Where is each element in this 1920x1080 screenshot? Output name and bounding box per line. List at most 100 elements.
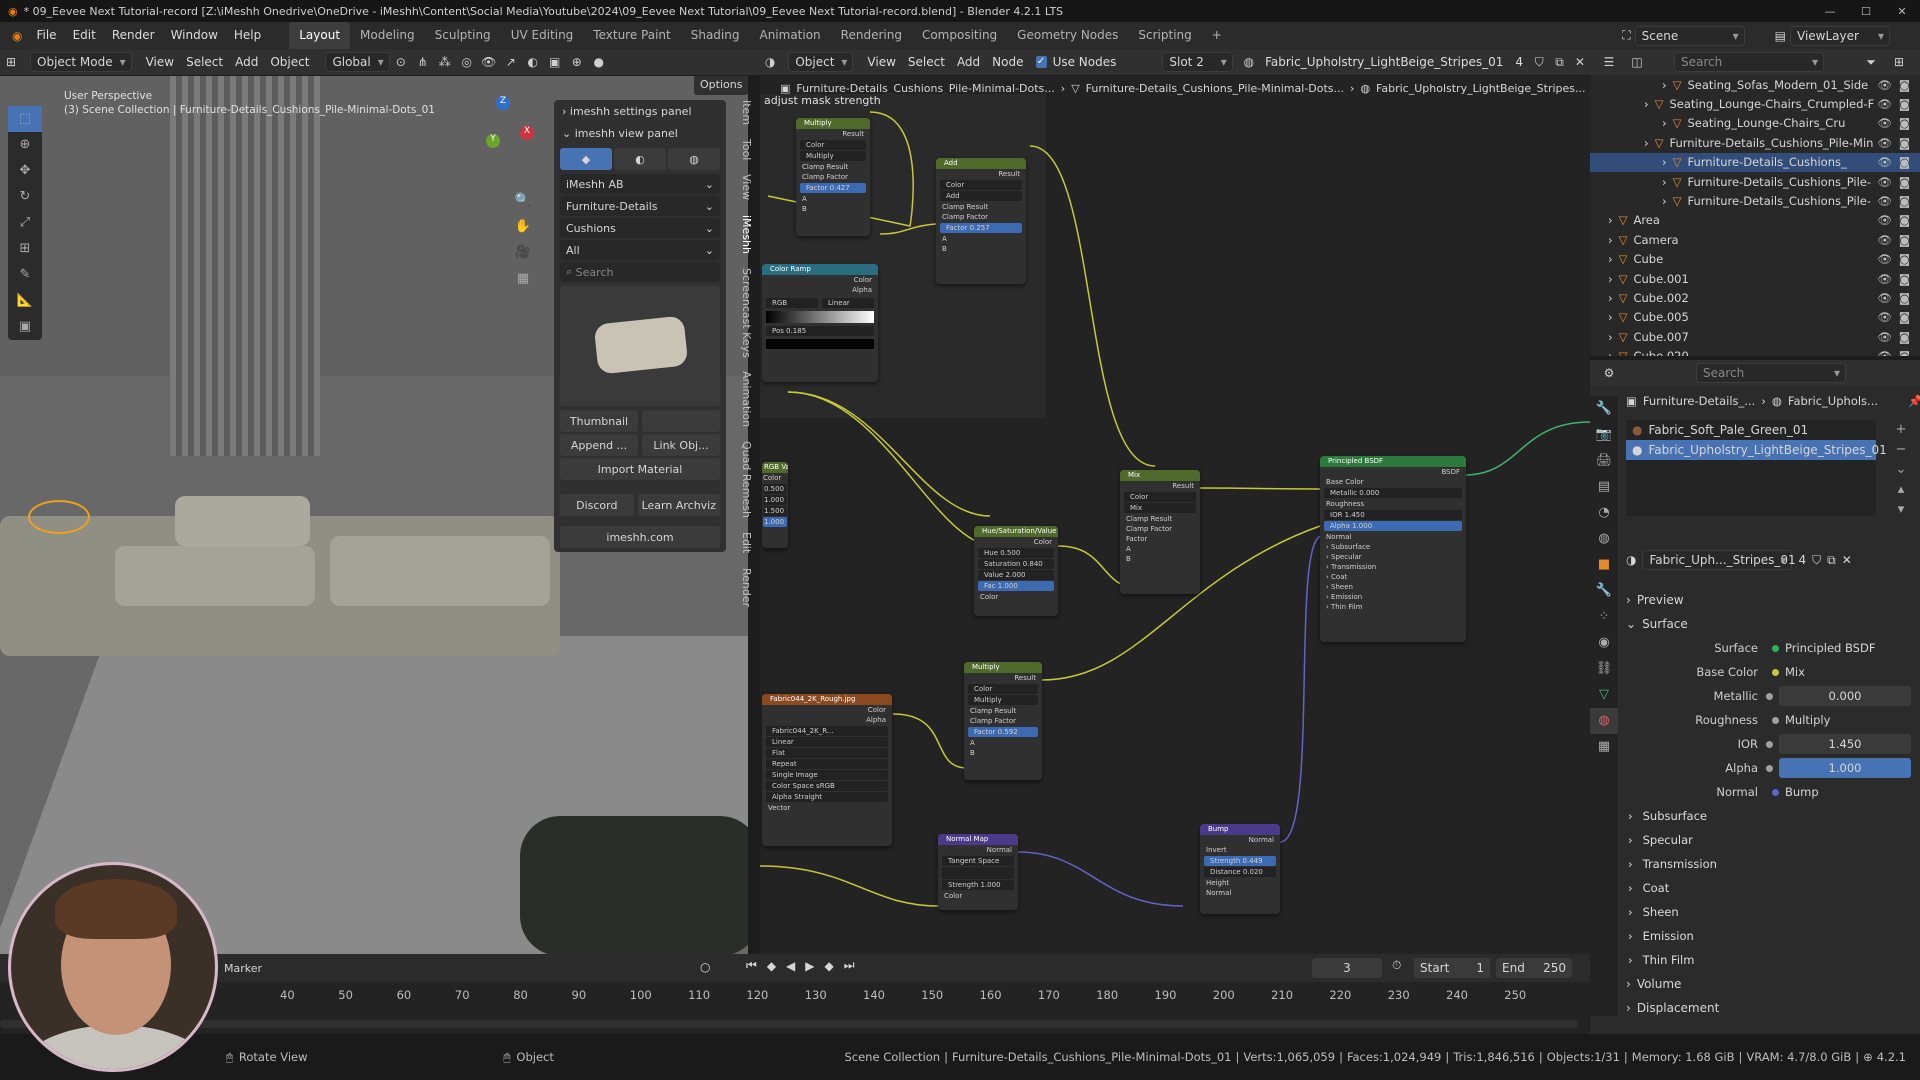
- menu-render[interactable]: Render: [104, 22, 163, 49]
- subpanel-header[interactable]: › Specular: [1590, 828, 1920, 852]
- factor-field[interactable]: Factor 0.257: [940, 223, 1022, 233]
- outliner-row[interactable]: › ▽ Seating_Lounge-Chairs_Crumpled-F 👁 ◙: [1590, 94, 1920, 113]
- ior-field[interactable]: IOR 1.450: [1324, 510, 1462, 520]
- render-camera-icon[interactable]: ◙: [1899, 97, 1910, 111]
- fake-user-shield-icon[interactable]: ⛉: [1529, 52, 1549, 72]
- subpanel-header[interactable]: › Emission: [1590, 924, 1920, 948]
- interpolation-dropdown[interactable]: Linear: [766, 737, 888, 747]
- factor-field[interactable]: Factor 0.427: [800, 183, 866, 193]
- color-ramp-gradient[interactable]: [766, 311, 874, 323]
- timeline[interactable]: Marker ○ ⏮ ◆ ◀ ▶ ◆ ⏭ 3 ⏱ Start 1 End 250 4…: [0, 954, 1590, 1034]
- space-dropdown[interactable]: Tangent Space: [942, 856, 1014, 866]
- workspace-tab-scripting[interactable]: Scripting: [1128, 22, 1201, 49]
- imeshh-settings-header[interactable]: › imeshh settings panel: [554, 100, 726, 122]
- visibility-eye-icon[interactable]: 👁: [1877, 78, 1892, 92]
- disclosure-chevron-icon[interactable]: ›: [1608, 252, 1613, 266]
- data-type-dropdown[interactable]: Color: [940, 180, 1022, 190]
- sidebar-tab-tool[interactable]: Tool: [740, 139, 753, 160]
- imeshh-category-dropdown[interactable]: Furniture-Details ⌄: [560, 196, 720, 216]
- principled-bsdf-node[interactable]: Principled BSDF BSDF Base Color Metallic…: [1320, 456, 1466, 642]
- shading-solid-icon[interactable]: ●: [588, 52, 610, 72]
- blender-menu-icon[interactable]: ◉: [6, 29, 28, 43]
- timeline-scrollbar[interactable]: [0, 1020, 1578, 1028]
- viewport-menu-add[interactable]: Add: [229, 52, 264, 72]
- link-object-button[interactable]: Link Obj...: [642, 434, 720, 456]
- hue-field[interactable]: Hue 0.500: [978, 548, 1054, 558]
- preview-panel-header[interactable]: › Preview: [1626, 588, 1920, 612]
- minimize-button[interactable]: —: [1812, 5, 1848, 18]
- gizmo-z-axis[interactable]: Z: [496, 96, 510, 110]
- maximize-button[interactable]: ☐: [1848, 5, 1884, 18]
- snap-icon[interactable]: ⋔: [412, 52, 434, 72]
- prev-keyframe-icon[interactable]: ◆: [767, 959, 776, 973]
- pin-icon[interactable]: 📌: [1908, 394, 1920, 408]
- properties-search-input[interactable]: Search: [1696, 363, 1846, 383]
- socket-dot-icon[interactable]: [1766, 692, 1773, 700]
- imeshh-view-header[interactable]: ⌄ imeshh view panel: [554, 122, 726, 144]
- outliner-row[interactable]: › ▽ Furniture-Details_Cushions_ 👁 ◙: [1590, 152, 1920, 172]
- image-file-field[interactable]: Fabric044_2K_R...: [766, 726, 888, 736]
- measure-tool-icon[interactable]: 📐: [8, 288, 42, 314]
- bsdf-subpanel-toggle[interactable]: › Specular: [1320, 552, 1466, 562]
- disclosure-chevron-icon[interactable]: ›: [1662, 155, 1667, 169]
- value-field[interactable]: 1.500: [763, 506, 787, 516]
- disclosure-chevron-icon[interactable]: ›: [1608, 291, 1613, 305]
- menu-window[interactable]: Window: [163, 22, 226, 49]
- render-camera-icon[interactable]: ◙: [1899, 116, 1910, 130]
- normal-map-node[interactable]: Normal Map Normal Tangent Space Strength…: [938, 834, 1018, 910]
- alpha-field[interactable]: Alpha 1.000: [1324, 521, 1462, 531]
- render-tab-icon[interactable]: 📷: [1590, 422, 1618, 448]
- strength-field[interactable]: Strength 0.449: [1204, 856, 1276, 866]
- marker-menu[interactable]: Marker: [224, 962, 262, 975]
- menu-help[interactable]: Help: [226, 22, 269, 49]
- subpanel-header[interactable]: › Transmission: [1590, 852, 1920, 876]
- outliner-row[interactable]: › ▽ Cube.002 👁 ◙: [1590, 288, 1920, 307]
- world-tab-icon[interactable]: ◍: [1590, 526, 1618, 552]
- workspace-tab-shading[interactable]: Shading: [681, 22, 750, 49]
- source-dropdown[interactable]: Single Image: [766, 770, 888, 780]
- outliner-row[interactable]: › ▽ Cube.020 👁 ◙: [1590, 346, 1920, 356]
- render-camera-icon[interactable]: ◙: [1899, 194, 1910, 208]
- outliner-row[interactable]: › ▽ Area 👁 ◙: [1590, 211, 1920, 230]
- imeshh-search-input[interactable]: ⌕ Search: [560, 262, 720, 282]
- visibility-eye-icon[interactable]: 👁: [1877, 330, 1892, 344]
- subpanel-header[interactable]: › Sheen: [1590, 900, 1920, 924]
- disclosure-chevron-icon[interactable]: ›: [1608, 213, 1613, 227]
- add-slot-icon[interactable]: +: [1892, 420, 1910, 440]
- bsdf-subpanel-toggle[interactable]: › Transmission: [1320, 562, 1466, 572]
- sidebar-tab-view[interactable]: View: [740, 174, 753, 200]
- annotate-tool-icon[interactable]: ✎: [8, 262, 42, 288]
- blend-mode-dropdown[interactable]: Mix: [1124, 503, 1196, 513]
- select-tool-icon[interactable]: ⬚: [8, 106, 42, 132]
- value-field[interactable]: 0.500: [763, 484, 787, 494]
- outliner-row[interactable]: › ▽ Furniture-Details_Cushions_Pile- 👁 ◙: [1590, 172, 1920, 191]
- shader-type-selector[interactable]: Object: [788, 52, 854, 72]
- socket-dot-icon[interactable]: [1772, 668, 1779, 676]
- clamp-result-checkbox[interactable]: Clamp Result: [964, 706, 1042, 716]
- outliner-row[interactable]: › ▽ Furniture-Details_Cushions_Pile- 👁 ◙: [1590, 191, 1920, 210]
- visibility-eye-icon[interactable]: 👁: [1877, 155, 1892, 169]
- multiply-node[interactable]: Multiply Result Color Multiply Clamp Res…: [796, 118, 870, 236]
- editor-type-icon[interactable]: ☰: [1598, 52, 1620, 72]
- fac-field[interactable]: Fac 1.000: [978, 581, 1054, 591]
- render-camera-icon[interactable]: ◙: [1899, 330, 1910, 344]
- disclosure-chevron-icon[interactable]: ›: [1644, 97, 1649, 111]
- visibility-eye-icon[interactable]: 👁: [1877, 213, 1892, 227]
- render-camera-icon[interactable]: ◙: [1899, 310, 1910, 324]
- view-layer-tab-icon[interactable]: ▤: [1590, 474, 1618, 500]
- clamp-factor-checkbox[interactable]: Clamp Factor: [1120, 524, 1200, 534]
- clamp-factor-checkbox[interactable]: Clamp Factor: [964, 716, 1042, 726]
- blend-mode-dropdown[interactable]: Multiply: [800, 151, 866, 161]
- value-field[interactable]: 1.000: [763, 495, 787, 505]
- value-field[interactable]: 1.000: [763, 517, 787, 527]
- property-value-field[interactable]: 1.450: [1779, 734, 1911, 754]
- workspace-tab-sculpting[interactable]: Sculpting: [425, 22, 501, 49]
- imeshh-filter-dropdown[interactable]: All ⌄: [560, 240, 720, 260]
- interpolation-dropdown[interactable]: Linear: [822, 298, 874, 308]
- fake-user-shield-icon[interactable]: ⛉: [1812, 553, 1821, 568]
- blend-mode-dropdown[interactable]: Add: [940, 191, 1022, 201]
- gizmo-y-axis[interactable]: Y: [486, 134, 500, 148]
- workspace-tab-uv-editing[interactable]: UV Editing: [501, 22, 584, 49]
- render-camera-icon[interactable]: ◙: [1899, 155, 1910, 169]
- stop-color-swatch[interactable]: [766, 339, 874, 349]
